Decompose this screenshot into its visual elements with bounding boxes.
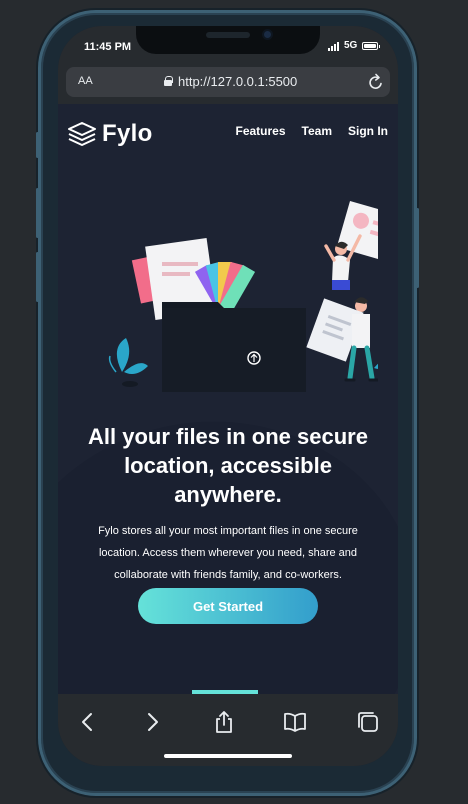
phone-volume-up xyxy=(36,188,39,238)
bookmarks-icon[interactable] xyxy=(283,710,307,734)
notch xyxy=(136,26,320,54)
phone-screen: 11:45 PM 5G AA http://127.0.0.1:5500 Fyl… xyxy=(58,26,398,766)
hero-headline: All your files in one secure location, a… xyxy=(88,424,368,507)
home-indicator[interactable] xyxy=(164,754,292,758)
person-holding-document xyxy=(324,234,362,290)
fylo-logo-icon xyxy=(68,122,96,146)
site-logo[interactable]: Fylo xyxy=(68,120,153,148)
phone-mute-switch xyxy=(36,132,39,158)
person-carrying-file xyxy=(306,297,378,382)
web-page: Fylo Features Team Sign In All your file… xyxy=(58,104,398,694)
forward-arrow-icon[interactable] xyxy=(140,710,164,734)
browser-address-area: AA http://127.0.0.1:5500 xyxy=(58,66,398,104)
hero-illustration xyxy=(108,201,378,392)
reload-icon[interactable] xyxy=(368,73,384,91)
signal-icon xyxy=(328,42,342,51)
text-size-button[interactable]: AA xyxy=(78,75,93,87)
back-arrow-icon[interactable] xyxy=(76,710,100,734)
front-camera xyxy=(262,29,273,40)
phone-power-button xyxy=(416,208,419,288)
plant-decoration xyxy=(108,338,148,387)
address-bar[interactable]: AA http://127.0.0.1:5500 xyxy=(66,67,390,97)
phone-volume-down xyxy=(36,252,39,302)
nav-team[interactable]: Team xyxy=(302,124,332,138)
browser-toolbar xyxy=(58,694,398,766)
nav-sign-in[interactable]: Sign In xyxy=(348,124,388,138)
lock-icon xyxy=(164,76,173,86)
speaker-grille xyxy=(206,32,250,38)
battery-icon xyxy=(362,42,380,50)
logo-text: Fylo xyxy=(102,120,153,147)
nav-features[interactable]: Features xyxy=(236,124,286,138)
site-nav: Features Team Sign In xyxy=(236,124,389,138)
share-icon[interactable] xyxy=(212,710,236,734)
leaf-decoration xyxy=(374,363,378,370)
network-type: 5G xyxy=(344,40,358,51)
url-text[interactable]: http://127.0.0.1:5500 xyxy=(178,74,297,89)
hero-description: Fylo stores all your most important file… xyxy=(98,525,358,581)
status-bar: 11:45 PM 5G xyxy=(58,26,398,66)
get-started-button[interactable]: Get Started xyxy=(138,588,318,624)
tabs-icon[interactable] xyxy=(356,710,380,734)
status-time: 11:45 PM xyxy=(84,41,132,53)
